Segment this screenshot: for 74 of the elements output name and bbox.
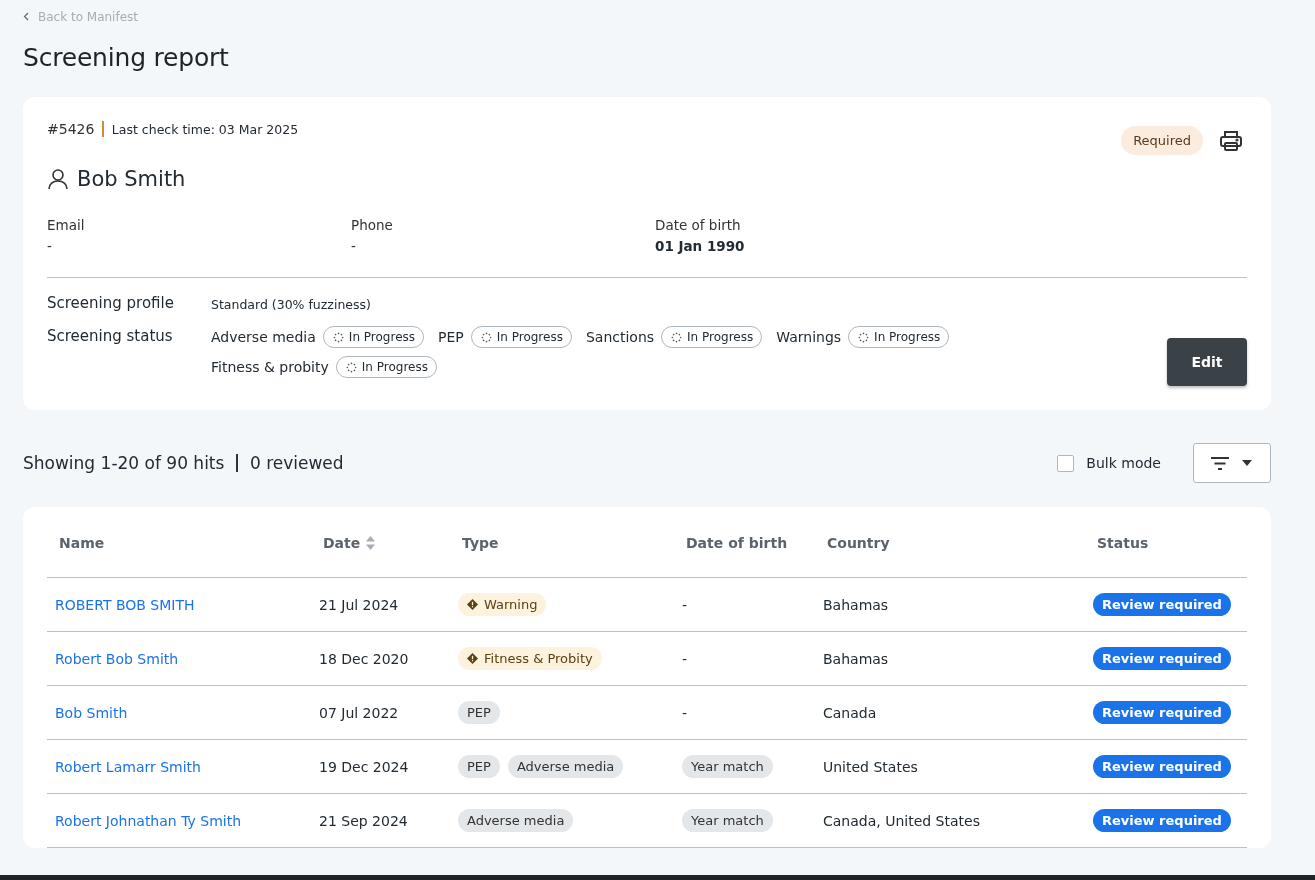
status-badge: Review required [1093,809,1231,832]
warning-icon [467,653,478,664]
cell-text: 18 Dec 2020 [319,650,409,667]
spinner-icon [345,361,357,373]
page-title: Screening report [23,43,230,72]
match-tag: Year match [682,809,773,832]
cell-text: Canada, United States [823,812,980,829]
cell-text: 21 Jul 2024 [319,596,399,613]
caret-icon [1241,459,1253,467]
status-badge: Required [1121,126,1203,155]
check-name: Adverse media [211,329,316,345]
field-label: Screening status [47,327,174,345]
type-tag: Adverse media [458,809,574,832]
column-header: Name [59,535,105,551]
hits-summary: Showing 1-20 of 90 hits [23,453,225,473]
match-tag: Year match [682,755,773,778]
chevron-left-icon [23,12,29,21]
person-name: Bob Smith [77,167,186,191]
column-header: Type [462,535,499,551]
type-tag: PEP [458,755,500,778]
field-value: Standard (30% fuzziness) [211,297,372,312]
filter-icon [1211,456,1229,470]
field-label: Screening profile [47,294,175,312]
field-value: - [47,238,53,254]
last-check-time: Last check time: 03 Mar 2025 [111,121,299,137]
hit-name-link[interactable]: Robert Bob Smith [55,650,179,667]
case-id: #5426 [47,121,95,137]
hit-name-link[interactable]: ROBERT BOB SMITH [55,596,195,613]
field-label: Date of birth [655,217,742,233]
filter-button[interactable] [1193,443,1271,483]
cell-text: - [682,596,688,613]
hit-name-link[interactable]: Robert Johnathan Ty Smith [55,812,242,829]
cell-text: 07 Jul 2022 [319,704,399,721]
cell-text: 21 Sep 2024 [319,812,408,829]
column-header: Date of birth [686,535,788,551]
type-tag: Warning [458,593,547,616]
hit-name-link[interactable]: Robert Lamarr Smith [55,758,201,775]
edit-button[interactable]: Edit [1167,338,1247,386]
warning-icon [467,599,478,610]
field-value: - [351,238,357,254]
hit-name-link[interactable]: Bob Smith [55,704,128,721]
cell-text: United States [823,758,918,775]
check-name: Sanctions [585,329,655,345]
type-tag: Adverse media [507,755,624,778]
type-tag: Fitness & Probity [458,647,602,670]
spinner-icon [332,331,344,343]
status-badge: Review required [1093,593,1231,616]
spinner-icon [671,331,683,343]
cell-text: Bahamas [823,650,889,667]
column-header: Status [1097,535,1149,551]
field-label: Phone [351,217,394,233]
type-tag: PEP [458,701,500,724]
print-icon[interactable] [1219,129,1243,152]
column-header: Country [827,535,890,551]
reviewed-count: 0 reviewed [249,453,344,473]
check-name: Fitness & probity [211,359,329,375]
status-badge: Review required [1093,701,1231,724]
cell-text: - [682,650,688,667]
cell-text: Canada [823,704,877,721]
status-badge: Review required [1093,647,1231,670]
checkbox-label: Bulk mode [1086,455,1161,471]
status-badge: Review required [1093,755,1231,778]
cell-text: Bahamas [823,596,889,613]
column-header[interactable]: Date [323,535,376,551]
cell-text: - [682,704,688,721]
checkbox[interactable] [1057,454,1075,472]
cell-text: 19 Dec 2024 [319,758,409,775]
check-name: PEP [438,329,464,345]
spinner-icon [858,331,870,343]
person-icon [47,168,69,190]
spinner-icon [480,331,492,343]
check-name: Warnings [776,329,842,345]
field-label: Email [47,217,86,233]
field-value: 01 Jan 1990 [655,238,746,254]
